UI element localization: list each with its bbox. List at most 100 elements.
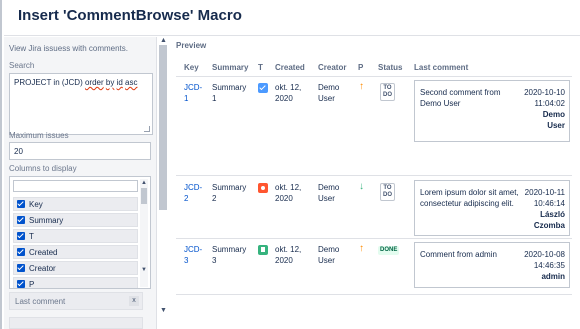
columns-select[interactable]: Key Summary T Created Creator P ▲ ▼: [9, 176, 151, 289]
last-comment-box: Lorem ipsum dolor sit amet, consectetur …: [414, 180, 570, 236]
panel-scrollbar[interactable]: ▲ ▼: [156, 37, 168, 329]
priority-up-icon: ↑: [359, 81, 364, 92]
comment-author: László: [540, 210, 565, 219]
columns-label: Columns to display: [9, 164, 77, 173]
issue-creator: Demo User: [318, 245, 340, 265]
scroll-down-icon[interactable]: ▼: [141, 267, 147, 273]
column-header-created: Created: [275, 63, 305, 72]
issue-summary: Summary 2: [212, 183, 247, 203]
comment-date: 2020-10-11: [524, 188, 565, 197]
column-header-creator: Creator: [318, 63, 347, 72]
search-text: PROJECT in (JCD): [14, 78, 85, 87]
column-option-p[interactable]: P: [13, 277, 138, 289]
column-option-label: Created: [29, 248, 58, 257]
search-word-order: order: [84, 78, 104, 87]
comment-time: 10:46:14: [533, 199, 565, 208]
checkbox-checked-icon: [17, 248, 25, 256]
scroll-up-icon[interactable]: ▲: [160, 37, 167, 44]
issue-created: okt. 12, 2020: [275, 245, 302, 265]
column-option-t[interactable]: T: [13, 229, 138, 243]
column-header-last-comment: Last comment: [414, 63, 469, 72]
column-option-creator[interactable]: Creator: [13, 261, 138, 275]
issue-creator: Demo User: [318, 83, 340, 103]
column-header-summary: Summary: [212, 63, 249, 72]
checkbox-checked-icon: [17, 232, 25, 240]
last-comment-box: Comment from admin 2020-10-08 14:46:35 a…: [414, 242, 570, 288]
resize-grip-icon[interactable]: [144, 126, 150, 132]
status-badge: TO DO: [380, 183, 395, 201]
bug-type-icon: [258, 183, 268, 193]
issue-summary: Summary 1: [212, 83, 247, 103]
scroll-up-icon[interactable]: ▲: [141, 180, 147, 186]
issue-key-link[interactable]: JCD- 3: [184, 244, 202, 266]
unselected-column-last-comment[interactable]: Last comment x: [9, 292, 143, 310]
comment-author: admin: [541, 272, 565, 281]
issue-key-link[interactable]: JCD- 2: [184, 182, 202, 204]
story-type-icon: [258, 245, 268, 255]
row-divider: [176, 175, 572, 176]
column-option-label: Creator: [29, 264, 56, 273]
checkbox-checked-icon: [17, 216, 25, 224]
comment-date: 2020-10-08: [524, 250, 565, 259]
unselected-column-item[interactable]: [9, 317, 143, 329]
task-type-icon: [258, 83, 268, 93]
row-divider: [176, 294, 572, 295]
max-issues-label: Maximum issues: [9, 131, 69, 140]
row-divider: [176, 238, 572, 239]
column-header-status: Status: [378, 63, 403, 72]
comment-meta: 2020-10-08 14:46:35 admin: [524, 249, 565, 282]
max-issues-input[interactable]: 20: [9, 142, 151, 160]
comment-author: Demo: [542, 110, 565, 119]
search-input[interactable]: PROJECT in (JCD) order by id asc: [9, 73, 153, 135]
comment-text: Lorem ipsum dolor sit amet, consectetur …: [420, 188, 519, 208]
priority-down-icon: ↓: [359, 181, 364, 192]
macro-description: View Jira issuess with comments.: [9, 44, 128, 53]
status-badge: DONE: [378, 246, 400, 255]
preview-panel: Preview Key Summary T Created Creator P …: [168, 37, 580, 329]
comment-meta: 2020-10-10 11:04:02 Demo User: [524, 87, 565, 131]
comment-meta: 2020-10-11 10:46:14 László Czomba: [525, 187, 565, 231]
comment-text: Second comment from Demo User: [420, 88, 501, 108]
comment-text: Comment from admin: [420, 250, 497, 259]
issue-created: okt. 12, 2020: [275, 83, 302, 103]
issue-key-link[interactable]: JCD- 1: [184, 82, 202, 104]
search-word-asc: asc: [125, 78, 138, 87]
comment-author: Czomba: [533, 221, 565, 230]
column-option-created[interactable]: Created: [13, 245, 138, 259]
checkbox-checked-icon: [17, 200, 25, 208]
priority-up-icon: ↑: [359, 243, 364, 254]
issue-summary: Summary 3: [212, 245, 247, 265]
comment-author: User: [547, 121, 565, 130]
dialog-header: Insert 'CommentBrowse' Macro: [4, 0, 580, 36]
search-label: Search: [9, 61, 35, 70]
columns-scrollbar[interactable]: ▲ ▼: [140, 179, 148, 287]
preview-title: Preview: [176, 41, 207, 50]
macro-dialog: Insert 'CommentBrowse' Macro View Jira i…: [0, 0, 580, 329]
column-option-label: P: [29, 280, 35, 289]
last-comment-box: Second comment from Demo User 2020-10-10…: [414, 80, 570, 142]
header-divider: [176, 76, 572, 77]
comment-time: 14:46:35: [533, 261, 565, 270]
comment-time: 11:04:02: [534, 99, 565, 108]
scroll-down-icon[interactable]: ▼: [160, 307, 167, 314]
column-option-label: Key: [29, 200, 43, 209]
column-option-label: Summary: [29, 216, 64, 225]
macro-parameters-panel: View Jira issuess with comments. Search …: [4, 37, 156, 329]
issue-creator: Demo User: [318, 183, 340, 203]
comment-date: 2020-10-10: [524, 88, 565, 97]
column-option-label: Last comment: [15, 297, 66, 306]
remove-icon[interactable]: x: [129, 296, 139, 306]
column-option-summary[interactable]: Summary: [13, 213, 138, 227]
column-option-label: T: [29, 232, 34, 241]
dialog-title: Insert 'CommentBrowse' Macro: [18, 7, 242, 24]
status-badge: TO DO: [380, 83, 395, 101]
column-option-key[interactable]: Key: [13, 197, 138, 211]
checkbox-checked-icon: [17, 264, 25, 272]
scrollbar-thumb[interactable]: [141, 188, 147, 204]
search-word-id: id: [116, 78, 123, 87]
columns-filter-input[interactable]: [13, 180, 138, 192]
column-header-t: T: [258, 63, 263, 72]
column-header-p: P: [358, 63, 364, 72]
scrollbar-thumb[interactable]: [159, 45, 167, 210]
checkbox-checked-icon: [17, 280, 25, 288]
